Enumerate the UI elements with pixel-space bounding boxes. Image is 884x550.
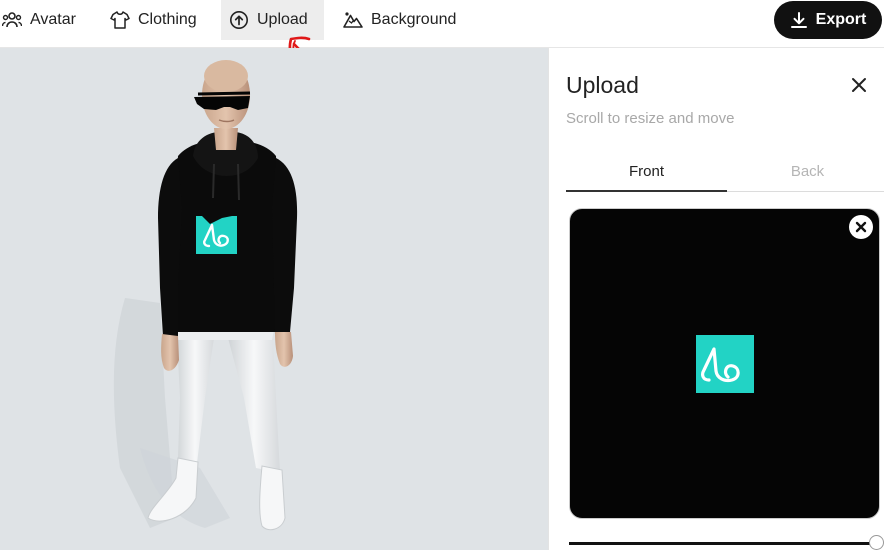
nav-avatar-label: Avatar: [30, 11, 76, 28]
nav-background[interactable]: Background: [335, 0, 464, 40]
upload-preview[interactable]: [569, 208, 880, 519]
uploaded-logo-image: [696, 335, 754, 393]
nav-clothing[interactable]: Clothing: [102, 0, 205, 40]
avatar-viewport[interactable]: [0, 48, 548, 550]
tab-front[interactable]: Front: [566, 152, 727, 192]
nav-upload-label: Upload: [257, 11, 308, 28]
size-slider-track[interactable]: [569, 542, 874, 545]
download-icon: [790, 12, 807, 28]
close-small-icon: [855, 221, 867, 233]
nav-upload[interactable]: Upload: [221, 0, 324, 40]
avatar-group-icon: [2, 12, 22, 28]
remove-image-button[interactable]: [849, 215, 873, 239]
size-slider-thumb[interactable]: [869, 535, 884, 550]
avatar-figure: [113, 60, 298, 531]
upload-panel: Upload Scroll to resize and move Front B…: [548, 48, 884, 550]
top-toolbar: Avatar Clothing Upload Background Export: [0, 0, 884, 48]
chest-logo: [196, 216, 237, 254]
mountain-icon: [343, 12, 363, 28]
tshirt-icon: [110, 11, 130, 29]
panel-hint: Scroll to resize and move: [566, 110, 735, 127]
tab-front-label: Front: [628, 162, 664, 180]
tab-back[interactable]: Back: [727, 152, 884, 192]
tab-back-label: Back: [790, 163, 825, 180]
upload-cloud-icon: [230, 11, 248, 29]
nav-background-label: Background: [371, 11, 457, 28]
panel-title: Upload: [566, 72, 639, 98]
nav-avatar[interactable]: Avatar: [0, 0, 84, 40]
export-button-label: Export: [815, 11, 867, 28]
nav-clothing-label: Clothing: [138, 11, 197, 28]
export-button[interactable]: Export: [774, 1, 882, 39]
close-icon[interactable]: [848, 74, 870, 96]
